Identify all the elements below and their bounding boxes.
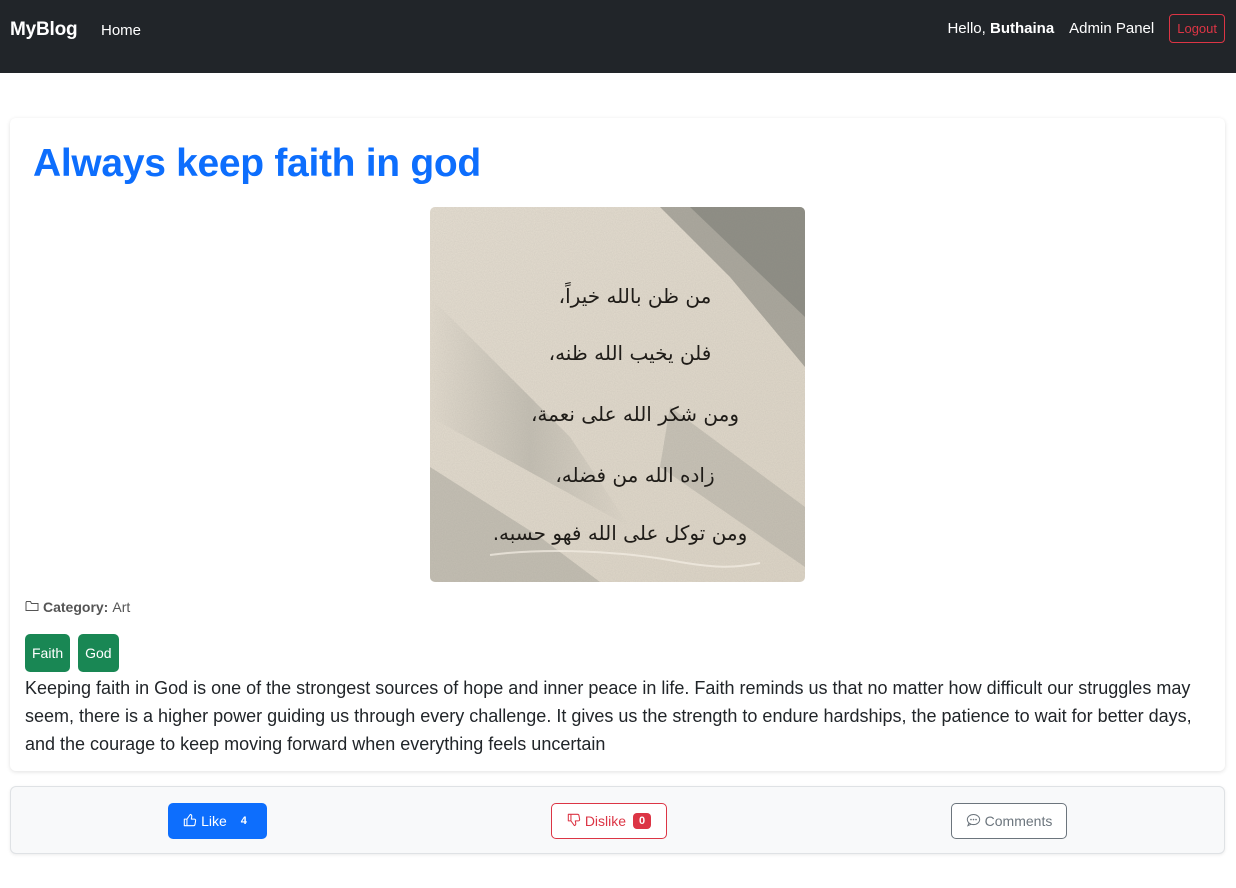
tag-list: Faith God	[25, 634, 119, 672]
category-label: Category:	[43, 599, 109, 615]
admin-panel-link[interactable]: Admin Panel	[1069, 20, 1154, 37]
logout-button[interactable]: Logout	[1169, 13, 1225, 43]
nav-home-link[interactable]: Home	[101, 22, 141, 39]
nav-right-group: Hello, Buthaina Admin Panel Logout	[947, 13, 1225, 43]
image-text-line-5: ومن توكل على الله فهو حسبه.	[493, 521, 748, 545]
comments-button[interactable]: Comments	[951, 803, 1067, 839]
like-count-badge: 4	[240, 815, 247, 827]
post-title: Always keep faith in god	[33, 142, 481, 185]
category-value[interactable]: Art	[112, 599, 130, 615]
like-button[interactable]: Like 4	[168, 803, 267, 839]
dislike-label: Dislike	[584, 813, 627, 829]
image-text-line-4: زاده الله من فضله،	[555, 463, 714, 487]
dislike-count-badge: 0	[633, 813, 652, 829]
navbar: MyBlog Home Hello, Buthaina Admin Panel …	[0, 0, 1236, 73]
post-category: Category: Art	[25, 599, 130, 615]
post-card: Always keep faith in god من ظن بالله خير…	[10, 118, 1225, 771]
username: Buthaina	[990, 19, 1055, 37]
folder-icon	[25, 599, 39, 615]
thumbs-up-icon	[183, 813, 201, 830]
post-image: من ظن بالله خيراً، فلن يخيب الله ظنه، وم…	[430, 207, 805, 582]
image-text-line-1: من ظن بالله خيراً،	[559, 282, 712, 308]
comments-label: Comments	[984, 813, 1053, 829]
post-content: Keeping faith in God is one of the stron…	[25, 678, 1192, 754]
chat-icon	[966, 813, 985, 830]
dislike-button[interactable]: Dislike 0	[551, 803, 667, 839]
image-text-line-3: ومن شكر الله على نعمة،	[531, 402, 739, 426]
like-label: Like	[201, 813, 227, 829]
post-actions: Like 4 Dislike 0 Comments	[10, 786, 1225, 854]
tag-god[interactable]: God	[78, 634, 119, 672]
user-greeting: Hello, Buthaina	[947, 19, 1055, 37]
tag-faith[interactable]: Faith	[25, 634, 71, 672]
thumbs-down-icon	[567, 813, 585, 830]
brand-logo[interactable]: MyBlog	[10, 19, 78, 41]
image-text-line-2: فلن يخيب الله ظنه،	[549, 341, 712, 365]
